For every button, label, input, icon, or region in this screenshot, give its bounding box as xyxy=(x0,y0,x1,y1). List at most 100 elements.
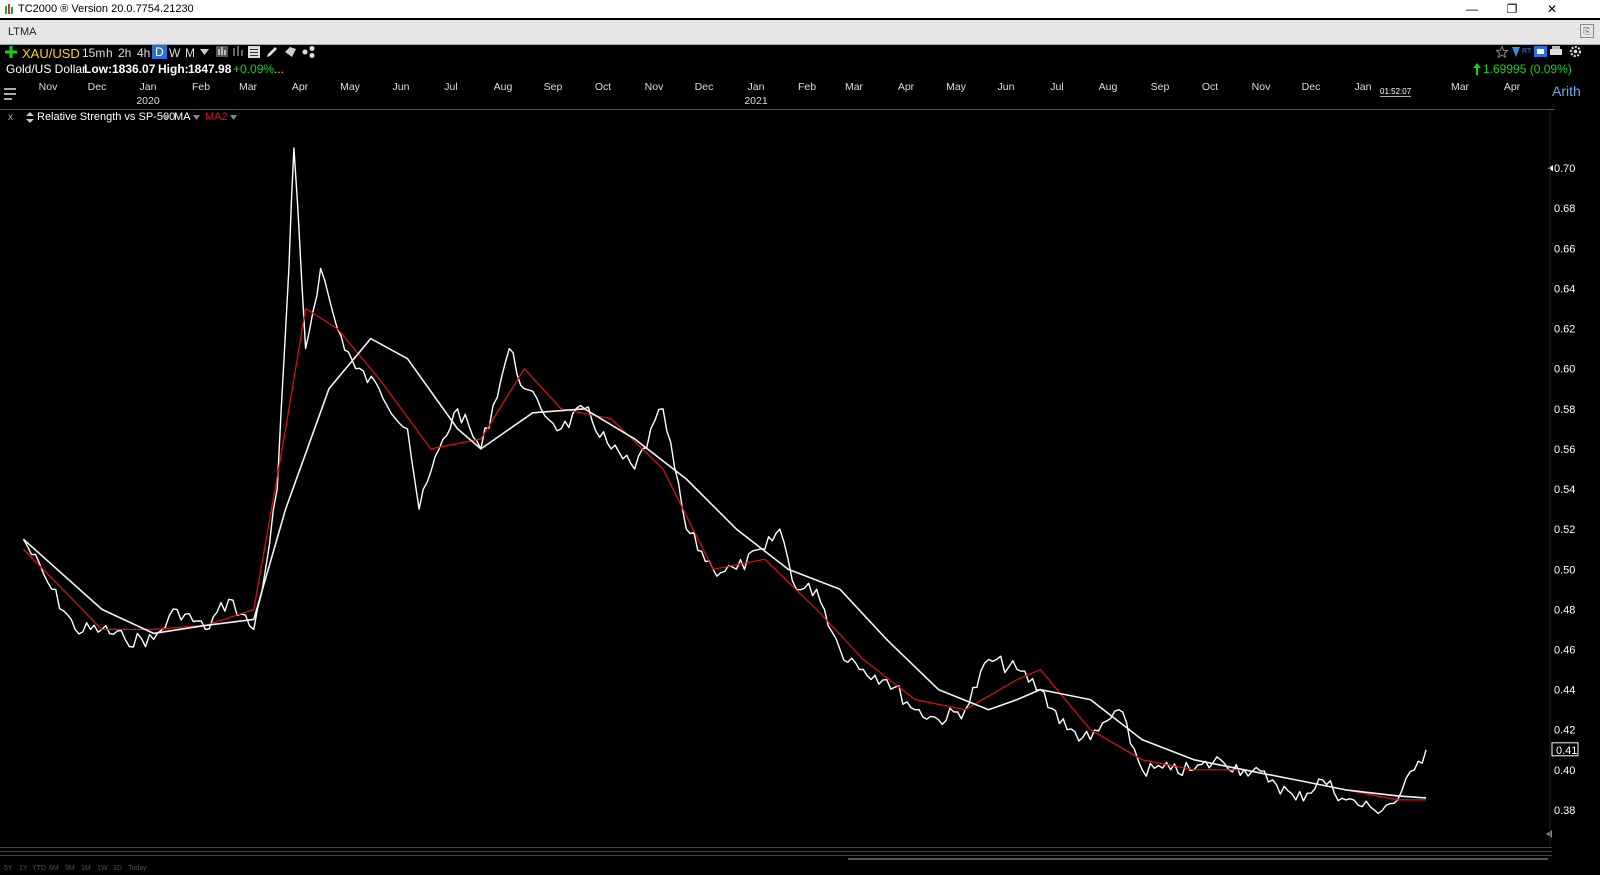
data-point xyxy=(1373,809,1375,811)
data-point xyxy=(1118,709,1120,711)
data-point xyxy=(685,478,687,480)
chart-scroll-area[interactable] xyxy=(0,846,1552,860)
data-point xyxy=(886,638,888,640)
y-tick-label: 0.42 xyxy=(1554,725,1575,737)
scroll-end-marker-icon[interactable] xyxy=(1546,830,1552,838)
data-point xyxy=(430,448,432,450)
data-point xyxy=(633,438,635,440)
data-point xyxy=(253,618,255,620)
series-ma xyxy=(22,307,1427,801)
data-point xyxy=(284,508,286,510)
data-point xyxy=(1039,688,1041,690)
range-1y-button[interactable]: 1Y xyxy=(19,865,28,872)
data-point xyxy=(787,568,789,570)
data-point xyxy=(406,428,408,430)
data-point xyxy=(1345,799,1347,801)
data-point xyxy=(22,548,24,550)
data-point xyxy=(610,448,612,450)
data-point xyxy=(987,709,989,711)
data-point xyxy=(560,408,562,410)
data-point xyxy=(101,608,103,610)
data-point xyxy=(662,408,664,410)
data-point xyxy=(1141,739,1143,741)
relative-strength-chart[interactable]: 0.38 0.40 0.42 0.44 0.46 0.48 0.50 0.52 0.54 0.56… xyxy=(0,0,1600,875)
data-point xyxy=(293,147,295,149)
data-point xyxy=(1397,795,1399,797)
data-point xyxy=(480,448,482,450)
y-tick-label: 0.54 xyxy=(1554,484,1575,496)
data-point xyxy=(228,598,230,600)
data-point xyxy=(1295,779,1297,781)
y-tick-label: 0.70 xyxy=(1554,163,1575,175)
range-ytd-button[interactable]: YTD xyxy=(32,865,46,872)
y-tick-label: 0.40 xyxy=(1554,765,1575,777)
data-point xyxy=(523,368,525,370)
data-point xyxy=(456,408,458,410)
y-tick-label: 0.38 xyxy=(1554,805,1575,817)
data-point xyxy=(51,588,53,590)
data-point xyxy=(1413,769,1415,771)
range-6m-button[interactable]: 6M xyxy=(49,865,59,872)
data-point xyxy=(101,628,103,630)
last-value-label: 0.41 xyxy=(1556,745,1577,757)
data-point xyxy=(1039,668,1041,670)
data-point xyxy=(839,648,841,650)
data-point xyxy=(1141,759,1143,761)
y-tick-label: 0.60 xyxy=(1554,364,1575,376)
data-point xyxy=(862,668,864,670)
data-point xyxy=(1271,779,1273,781)
data-point xyxy=(284,428,286,430)
data-point xyxy=(560,428,562,430)
data-point xyxy=(862,658,864,660)
data-point xyxy=(176,608,178,610)
data-point xyxy=(1193,759,1195,761)
data-point xyxy=(480,438,482,440)
data-point xyxy=(583,408,585,410)
y-tick-label: 0.64 xyxy=(1554,284,1575,296)
data-point xyxy=(523,388,525,390)
range-5y-button[interactable]: 5Y xyxy=(4,865,13,872)
data-point xyxy=(276,488,278,490)
y-tick-label: 0.48 xyxy=(1554,604,1575,616)
range-today-button[interactable]: Today xyxy=(128,865,147,872)
data-point xyxy=(764,558,766,560)
data-point xyxy=(1089,729,1091,731)
range-1m-button[interactable]: 1M xyxy=(81,865,91,872)
data-point xyxy=(1169,769,1171,771)
data-point xyxy=(1425,749,1427,751)
data-point xyxy=(1066,729,1068,731)
data-point xyxy=(74,628,76,630)
data-point xyxy=(336,327,338,329)
data-point xyxy=(1321,779,1323,781)
y-tick-label: 0.58 xyxy=(1554,404,1575,416)
data-point xyxy=(264,568,266,570)
data-point xyxy=(662,468,664,470)
data-point xyxy=(124,638,126,640)
data-point xyxy=(378,388,380,390)
data-point xyxy=(1089,739,1091,741)
y-tick-label: 0.62 xyxy=(1554,324,1575,336)
data-point xyxy=(712,568,714,570)
data-point xyxy=(1193,769,1195,771)
data-point xyxy=(378,378,380,380)
range-1w-button[interactable]: 1W xyxy=(97,865,108,872)
data-point xyxy=(438,448,440,450)
data-point xyxy=(1016,698,1018,700)
range-bar: 5Y 1Y YTD 6M 3M 1M 1W 1D Today xyxy=(0,863,1560,875)
data-point xyxy=(839,588,841,590)
data-point xyxy=(204,628,206,630)
data-point xyxy=(406,358,408,360)
y-tick-label: 0.56 xyxy=(1554,444,1575,456)
data-point xyxy=(418,508,420,510)
series-line-0 xyxy=(22,147,1427,815)
series-line-1 xyxy=(22,307,1427,801)
series-ma2 xyxy=(22,337,1427,799)
data-point xyxy=(304,307,306,309)
series-line-2 xyxy=(22,337,1427,799)
data-point xyxy=(532,412,534,414)
range-3m-button[interactable]: 3M xyxy=(65,865,75,872)
data-point xyxy=(288,267,290,269)
data-point xyxy=(1016,678,1018,680)
range-1d-button[interactable]: 1D xyxy=(113,865,122,872)
data-point xyxy=(633,468,635,470)
